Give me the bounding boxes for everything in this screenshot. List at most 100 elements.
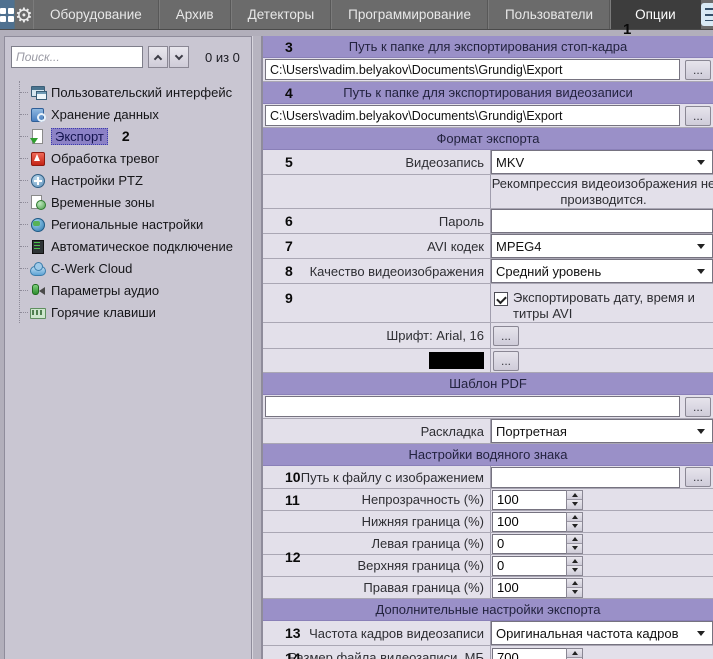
image-path-browse-button[interactable]: ... [685, 467, 711, 487]
right-border-row: Правая граница (%) [263, 577, 713, 599]
left-border-row: Левая граница (%) [263, 533, 713, 555]
arrow-down-icon [572, 524, 578, 528]
color-swatch[interactable] [429, 352, 484, 369]
pdf-template-input[interactable] [265, 396, 680, 417]
tree-item-regional-settings[interactable]: Региональные настройки [20, 213, 251, 235]
search-prev-button[interactable] [148, 46, 168, 68]
pdf-template-browse-button[interactable]: ... [685, 397, 711, 417]
dropdown-arrow-icon [697, 429, 705, 434]
splitter[interactable] [252, 36, 262, 659]
tree-item-alarm-processing[interactable]: Обработка тревог [20, 147, 251, 169]
tab-detectors[interactable]: Детекторы [231, 0, 332, 29]
callout-2: 2 [122, 128, 130, 144]
settings-sidebar: 0 из 0 Пользовательский интерфейс Хранен… [4, 36, 252, 659]
tree-item-time-zones[interactable]: Временные зоны [20, 191, 251, 213]
color-browse-button[interactable]: ... [493, 351, 519, 371]
tab-archive[interactable]: Архив [159, 0, 231, 29]
time-zones-icon [30, 195, 46, 210]
framerate-select[interactable]: Оригинальная частота кадров [491, 621, 713, 645]
chevron-up-icon [154, 54, 162, 62]
tree-item-auto-connect[interactable]: Автоматическое подключение [20, 235, 251, 257]
export-titles-label: Экспортировать дату, время и титры AVI [513, 290, 713, 322]
callout-13: 13 [285, 625, 301, 641]
bottom-border-row: Нижняя граница (%) [263, 511, 713, 533]
layout-select[interactable]: Портретная [491, 419, 713, 443]
video-format-select[interactable]: MKV [491, 150, 713, 174]
right-border-label: Правая граница (%) [363, 580, 484, 595]
section-title: Формат экспорта [436, 131, 539, 146]
apps-grid-button[interactable] [0, 0, 14, 29]
quality-select[interactable]: Средний уровень [491, 259, 713, 283]
password-input[interactable] [491, 209, 713, 233]
video-path-row: ... [263, 104, 713, 128]
stop-frame-browse-button[interactable]: ... [685, 60, 711, 80]
image-path-row: 10 Путь к файлу с изображением ... [263, 466, 713, 489]
callout-1: 1 [623, 21, 631, 38]
export-settings-panel: 3 Путь к папке для экспортирования стоп-… [262, 36, 713, 659]
section-title: Настройки водяного знака [409, 447, 568, 462]
search-input[interactable] [11, 46, 143, 68]
export-titles-checkbox[interactable] [494, 292, 508, 306]
callout-6: 6 [285, 213, 293, 229]
video-path-browse-button[interactable]: ... [685, 106, 711, 126]
arrow-down-icon [572, 590, 578, 594]
tab-programming[interactable]: Программирование [331, 0, 488, 29]
dropdown-arrow-icon [697, 631, 705, 636]
spin-down-button[interactable] [567, 543, 582, 553]
spin-down-button[interactable] [567, 565, 582, 575]
dropdown-arrow-icon [697, 160, 705, 165]
filesize-input[interactable] [492, 648, 566, 659]
bottom-border-label: Нижняя граница (%) [362, 514, 484, 529]
export-titles-row: 9 Экспортировать дату, время и титры AVI [263, 284, 713, 323]
tree-item-hotkeys[interactable]: Горячие клавиши [20, 301, 251, 323]
video-path-input[interactable] [265, 105, 680, 126]
arrow-down-icon [572, 546, 578, 550]
spin-down-button[interactable] [567, 499, 582, 509]
left-border-input[interactable] [492, 534, 566, 554]
image-path-input[interactable] [491, 467, 680, 488]
spin-down-button[interactable] [567, 521, 582, 531]
right-border-input[interactable] [492, 578, 566, 598]
spin-up-button[interactable] [567, 513, 582, 522]
spin-up-button[interactable] [567, 579, 582, 588]
section-header-watermark: Настройки водяного знака [263, 444, 713, 466]
spin-down-button[interactable] [567, 587, 582, 597]
filesize-spinner [492, 648, 583, 659]
tree-item-ptz-settings[interactable]: Настройки PTZ [20, 169, 251, 191]
chevron-down-icon [175, 52, 183, 60]
stop-frame-path-input[interactable] [265, 59, 680, 80]
tree-item-user-interface[interactable]: Пользовательский интерфейс [20, 81, 251, 103]
framerate-row: 13 Частота кадров видеозаписи Оригинальн… [263, 621, 713, 646]
section-title: Путь к папке для экспортирования стоп-ка… [349, 39, 627, 54]
opacity-input[interactable] [492, 490, 566, 510]
spin-up-button[interactable] [567, 535, 582, 544]
settings-button[interactable]: ⚙ [15, 0, 33, 29]
pdf-template-row: ... [263, 395, 713, 419]
search-next-button[interactable] [169, 46, 189, 68]
callout-14: 14 [285, 650, 301, 659]
tree-item-data-storage[interactable]: Хранение данных [20, 103, 251, 125]
spin-up-button[interactable] [567, 491, 582, 500]
arrow-up-icon [572, 581, 578, 585]
top-border-input[interactable] [492, 556, 566, 576]
tab-equipment[interactable]: Оборудование [33, 0, 159, 29]
spin-up-button[interactable] [567, 557, 582, 566]
bottom-border-input[interactable] [492, 512, 566, 532]
right-border-spinner [492, 578, 583, 598]
arrow-up-icon [572, 515, 578, 519]
tree-item-cwerk-cloud[interactable]: C-Werk Cloud [20, 257, 251, 279]
tree-item-audio-settings[interactable]: Параметры аудио [20, 279, 251, 301]
avi-codec-select[interactable]: MPEG4 [491, 234, 713, 258]
search-row: 0 из 0 [5, 45, 251, 69]
recompression-note: Рекомпрессия видеоизображения не произво… [491, 176, 713, 208]
callout-12: 12 [285, 549, 301, 565]
tab-users[interactable]: Пользователи [488, 0, 610, 29]
spin-up-button[interactable] [567, 649, 582, 658]
dropdown-arrow-icon [697, 269, 705, 274]
layout-panel-button[interactable] [701, 0, 713, 29]
tree-item-export[interactable]: Экспорт 2 [20, 125, 251, 147]
callout-4: 4 [285, 82, 293, 104]
main-area: 0 из 0 Пользовательский интерфейс Хранен… [0, 30, 713, 659]
data-storage-icon [30, 107, 46, 122]
font-browse-button[interactable]: ... [493, 326, 519, 346]
